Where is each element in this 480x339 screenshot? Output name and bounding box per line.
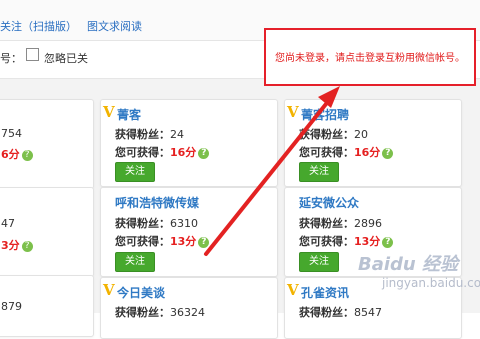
earn-row: 您可获得：13分? [115,233,210,249]
points-value: 16分 [170,146,197,159]
verified-v-icon: V [103,103,115,121]
account-name[interactable]: 今日美谈 [117,284,165,301]
fans-label: 获得粉丝： [299,128,354,141]
verified-v-icon: V [103,281,115,299]
help-icon[interactable]: ? [198,236,210,248]
login-notice: 您尚未登录，请点击登录互粉用微信帐号。 [264,28,476,86]
read-articles-link[interactable]: 图文求阅读 [87,18,142,34]
account-card: V 今日美谈 获得粉丝：36324 [100,277,278,339]
earn-row: 您可获得：16分? [115,144,210,160]
fans-value: 6310 [170,217,198,230]
fans-value: 36324 [170,306,205,319]
watermark-url: jingyan.baidu.com [382,276,480,290]
left-points-row: 3分? [1,237,33,253]
account-name[interactable]: 菁客 [117,106,141,123]
help-icon[interactable]: ? [21,240,33,252]
earn-label: 您可获得： [299,235,354,248]
ignore-followed-label: 忽略已关 [44,52,88,65]
left-fans-value: 47 [1,217,15,230]
fans-row: 获得粉丝：24 [115,126,184,142]
left-fans-value: 754 [1,127,22,140]
fans-row: 获得粉丝：6310 [115,215,198,231]
account-card-left-3: 879 [0,275,94,337]
help-icon[interactable]: ? [382,147,394,159]
fans-row: 获得粉丝：36324 [115,304,205,320]
fans-value: 24 [170,128,184,141]
earn-label: 您可获得： [115,235,170,248]
help-icon[interactable]: ? [21,149,33,161]
ignore-followed-checkbox[interactable] [26,48,39,61]
left-points-value: 3分 [1,239,20,252]
fans-value: 2896 [354,217,382,230]
account-name[interactable]: 菁客招聘 [301,106,349,123]
account-name[interactable]: 呼和浩特微传媒 [115,194,199,211]
account-name[interactable]: 孔雀资讯 [301,284,349,301]
login-notice-text[interactable]: 您尚未登录，请点击登录互粉用微信帐号。 [275,49,465,64]
fans-label: 获得粉丝： [299,306,354,319]
points-value: 13分 [170,235,197,248]
fans-row: 获得粉丝：8547 [299,304,382,320]
follow-button[interactable]: 关注 [115,162,155,182]
earn-label: 您可获得： [299,146,354,159]
earn-label: 您可获得： [115,146,170,159]
account-name[interactable]: 延安微公众 [299,194,359,211]
help-icon[interactable]: ? [198,147,210,159]
filter-label: 号： [0,52,22,65]
verified-v-icon: V [287,281,299,299]
follow-button[interactable]: 关注 [115,252,155,272]
watermark-brand: Baidu 经验 [358,254,459,275]
left-fans-value: 879 [1,300,22,313]
fans-label: 获得粉丝： [115,306,170,319]
verified-v-icon: V [287,103,299,121]
baidu-jingyan-watermark: Baidu 经验 jingyan.baidu.com [352,250,480,306]
account-card-left-1: 754 6分? [0,99,94,189]
earn-row: 您可获得：16分? [299,144,394,160]
help-icon[interactable]: ? [382,236,394,248]
earn-row: 您可获得：13分? [299,233,394,249]
account-card: 呼和浩特微传媒 获得粉丝：6310 您可获得：13分? 关注 [100,187,278,277]
follow-qr-link[interactable]: 关注（扫描版） [0,18,77,34]
fans-label: 获得粉丝： [115,217,170,230]
left-points-value: 6分 [1,148,20,161]
fans-value: 20 [354,128,368,141]
fans-row: 获得粉丝：2896 [299,215,382,231]
account-card-left-2: 47 3分? [0,187,94,277]
follow-button[interactable]: 关注 [299,162,339,182]
account-card: V 菁客招聘 获得粉丝：20 您可获得：16分? 关注 [284,99,462,187]
fans-label: 获得粉丝： [115,128,170,141]
fans-value: 8547 [354,306,382,319]
left-points-row: 6分? [1,146,33,162]
follow-button[interactable]: 关注 [299,252,339,272]
fans-label: 获得粉丝： [299,217,354,230]
account-card: V 菁客 获得粉丝：24 您可获得：16分? 关注 [100,99,278,187]
points-value: 13分 [354,235,381,248]
points-value: 16分 [354,146,381,159]
fans-row: 获得粉丝：20 [299,126,368,142]
